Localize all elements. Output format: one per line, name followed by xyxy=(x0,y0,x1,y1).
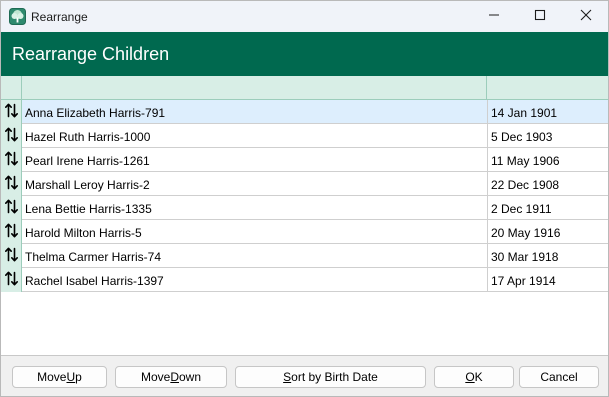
cancel-label: Cancel xyxy=(540,370,578,384)
reorder-arrows-icon xyxy=(4,247,18,265)
drag-handle[interactable] xyxy=(1,220,22,244)
move-down-accel: D xyxy=(170,370,179,384)
table-row[interactable]: Anna Elizabeth Harris-791 14 Jan 1901 xyxy=(1,100,608,124)
header-cell-date[interactable] xyxy=(487,76,608,100)
page-title: Rearrange Children xyxy=(12,44,170,64)
reorder-arrows-icon xyxy=(4,223,18,241)
move-up-label-post: p xyxy=(75,370,82,384)
column-divider xyxy=(487,100,488,124)
header-cell-handle[interactable] xyxy=(1,76,22,100)
tree-icon xyxy=(9,8,26,25)
table-row[interactable]: Lena Bettie Harris-1335 2 Dec 1911 xyxy=(1,196,608,220)
child-name: Pearl Irene Harris-1261 xyxy=(25,154,150,168)
move-down-label-pre: Move xyxy=(140,370,171,384)
column-divider xyxy=(487,148,488,172)
drag-handle[interactable] xyxy=(1,196,22,220)
ok-button[interactable]: OK xyxy=(434,366,514,388)
birth-date: 30 Mar 1918 xyxy=(491,250,559,264)
birth-date: 17 Apr 1914 xyxy=(491,274,556,288)
header-banner: Rearrange Children xyxy=(1,32,608,76)
move-up-button[interactable]: Move Up xyxy=(12,366,107,388)
child-name: Hazel Ruth Harris-1000 xyxy=(25,130,151,144)
drag-handle[interactable] xyxy=(1,172,22,196)
birth-date: 11 May 1906 xyxy=(491,154,560,168)
drag-handle[interactable] xyxy=(1,244,22,268)
sort-label-post: ort by Birth Date xyxy=(291,370,378,384)
sort-by-birth-date-button[interactable]: Sort by Birth Date xyxy=(235,366,426,388)
button-bar: Move Up Move Down Sort by Birth Date OK … xyxy=(1,355,608,396)
cancel-button[interactable]: Cancel xyxy=(519,366,599,388)
maximize-icon xyxy=(534,9,546,24)
column-divider xyxy=(487,196,488,220)
ok-label-post: K xyxy=(474,370,483,384)
reorder-arrows-icon xyxy=(4,103,18,121)
reorder-arrows-icon xyxy=(4,199,18,217)
move-down-label-post: own xyxy=(179,370,202,384)
child-name: Lena Bettie Harris-1335 xyxy=(25,202,152,216)
children-grid[interactable]: Anna Elizabeth Harris-791 14 Jan 1901 Haze… xyxy=(1,76,608,355)
table-row[interactable]: Thelma Carmer Harris-74 30 Mar 1918 xyxy=(1,244,608,268)
drag-handle[interactable] xyxy=(1,148,22,172)
birth-date: 20 May 1916 xyxy=(491,226,561,240)
column-divider xyxy=(487,268,488,292)
maximize-button[interactable] xyxy=(517,1,563,32)
birth-date: 22 Dec 1908 xyxy=(491,178,560,192)
drag-handle[interactable] xyxy=(1,100,22,124)
drag-handle[interactable] xyxy=(1,124,22,148)
minimize-icon xyxy=(488,9,500,24)
table-row[interactable]: Hazel Ruth Harris-1000 5 Dec 1903 xyxy=(1,124,608,148)
window-title: Rearrange xyxy=(31,10,88,24)
move-down-button[interactable]: Move Down xyxy=(115,366,227,388)
column-divider xyxy=(487,124,488,148)
child-name: Thelma Carmer Harris-74 xyxy=(25,250,162,264)
child-name: Anna Elizabeth Harris-791 xyxy=(25,106,166,120)
birth-date: 14 Jan 1901 xyxy=(491,106,558,120)
rearrange-window: Rearrange Rearrange Children Anna Elizab… xyxy=(0,0,609,397)
title-bar[interactable]: Rearrange xyxy=(1,1,608,32)
grid-header xyxy=(1,76,608,100)
table-row[interactable]: Harold Milton Harris-5 20 May 1916 xyxy=(1,220,608,244)
reorder-arrows-icon xyxy=(4,271,18,289)
table-row[interactable]: Rachel Isabel Harris-1397 17 Apr 1914 xyxy=(1,268,608,292)
reorder-arrows-icon xyxy=(4,127,18,145)
child-name: Marshall Leroy Harris-2 xyxy=(25,178,150,192)
move-up-accel: U xyxy=(66,370,76,384)
close-button[interactable] xyxy=(563,1,609,32)
column-divider xyxy=(487,172,488,196)
birth-date: 2 Dec 1911 xyxy=(491,202,552,216)
ok-accel: O xyxy=(465,370,475,384)
table-row[interactable]: Pearl Irene Harris-1261 11 May 1906 xyxy=(1,148,608,172)
column-divider xyxy=(487,244,488,268)
birth-date: 5 Dec 1903 xyxy=(491,130,553,144)
drag-handle[interactable] xyxy=(1,268,22,292)
column-divider xyxy=(487,220,488,244)
header-cell-name[interactable] xyxy=(22,76,487,100)
move-up-label-pre: Move xyxy=(37,370,67,384)
child-name: Harold Milton Harris-5 xyxy=(25,226,142,240)
minimize-button[interactable] xyxy=(471,1,517,32)
sort-accel: S xyxy=(283,370,292,384)
close-icon xyxy=(580,9,592,24)
table-row[interactable]: Marshall Leroy Harris-2 22 Dec 1908 xyxy=(1,172,608,196)
reorder-arrows-icon xyxy=(4,175,18,193)
child-name: Rachel Isabel Harris-1397 xyxy=(25,274,164,288)
reorder-arrows-icon xyxy=(4,151,18,169)
